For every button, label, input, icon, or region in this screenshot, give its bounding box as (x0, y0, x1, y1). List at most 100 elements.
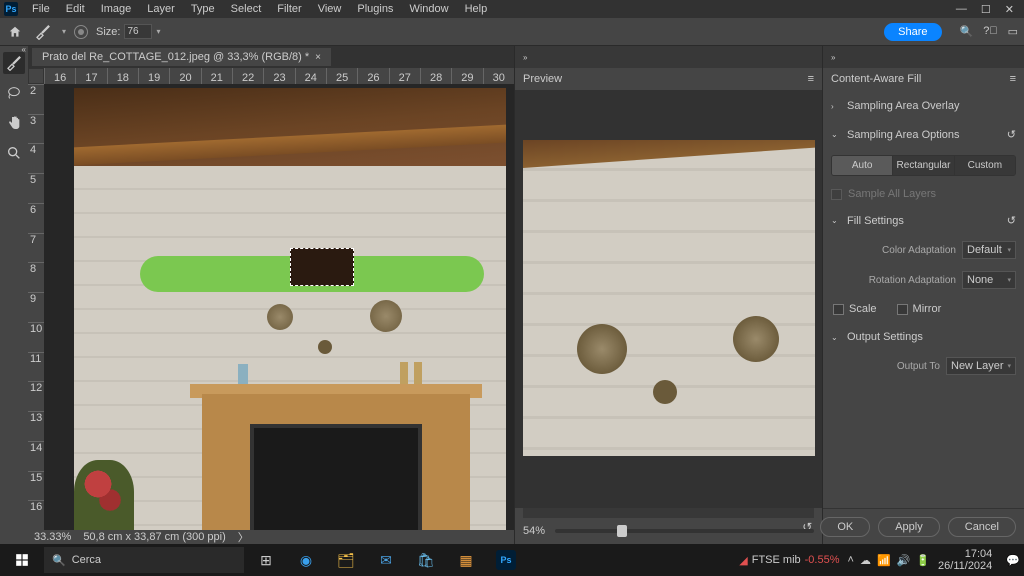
cancel-button[interactable]: Cancel (948, 517, 1016, 537)
home-icon[interactable] (6, 23, 24, 41)
output-to-dropdown[interactable]: New Layer▾ (946, 357, 1016, 375)
task-view-icon[interactable]: ⊞ (248, 546, 284, 574)
ruler-vertical: 2345678910111213141516 (28, 84, 44, 530)
document-tab[interactable]: Prato del Re_COTTAGE_012.jpeg @ 33,3% (R… (32, 48, 331, 66)
zoom-slider[interactable] (555, 529, 814, 533)
scrollbar-horizontal[interactable] (523, 508, 814, 518)
app-icon[interactable]: ▦ (448, 546, 484, 574)
panel-menu-icon[interactable]: ≡ (808, 73, 814, 85)
battery-icon[interactable]: 🔋 (916, 554, 930, 567)
chevron-down-icon[interactable]: ▾ (62, 27, 66, 36)
rotation-adaptation-label: Rotation Adaptation (831, 275, 956, 286)
minimize-button[interactable]: — (956, 3, 967, 16)
edge-icon[interactable]: ◉ (288, 546, 324, 574)
menu-bar: File Edit Image Layer Type Select Filter… (24, 1, 495, 17)
lasso-tool[interactable] (3, 82, 25, 104)
slider-thumb[interactable] (617, 525, 627, 537)
taskbar-clock[interactable]: 17:04 26/11/2024 (938, 548, 998, 572)
menu-help[interactable]: Help (457, 1, 496, 17)
reset-icon[interactable]: ↺ (1007, 214, 1016, 227)
section-sampling-options[interactable]: ⌄ Sampling Area Options ↺ (831, 124, 1016, 145)
mirror-checkbox[interactable] (897, 304, 908, 315)
collapse-icon[interactable]: « (22, 46, 26, 54)
ruler-horizontal: 161718192021222324252627282930 (44, 68, 514, 84)
section-output-settings[interactable]: ⌄ Output Settings (831, 327, 1016, 347)
seg-custom[interactable]: Custom (954, 156, 1015, 175)
store-icon[interactable]: 🛍 (408, 546, 444, 574)
taskbar-search[interactable]: 🔍 Cerca (44, 547, 244, 573)
status-bar: 33.33% 50,8 cm x 33,87 cm (300 ppi) 〉 (28, 530, 514, 544)
section-fill-settings[interactable]: ⌄ Fill Settings ↺ (831, 210, 1016, 231)
ok-button[interactable]: OK (820, 517, 870, 537)
brush-size-input[interactable] (124, 24, 152, 39)
menu-file[interactable]: File (24, 1, 58, 17)
menu-window[interactable]: Window (401, 1, 456, 17)
preview-viewport[interactable] (515, 90, 822, 508)
search-placeholder: Cerca (72, 554, 101, 566)
scale-label: Scale (849, 303, 877, 315)
cloud-icon[interactable]: ☁ (860, 554, 871, 567)
close-tab-icon[interactable]: × (315, 52, 321, 63)
photoshop-taskbar-icon[interactable]: Ps (488, 546, 524, 574)
maximize-button[interactable]: ☐ (981, 3, 991, 16)
menu-layer[interactable]: Layer (139, 1, 183, 17)
menu-image[interactable]: Image (93, 1, 140, 17)
hand-tool[interactable] (3, 112, 25, 134)
ruler-corner (28, 68, 44, 84)
chevron-down-icon: ⌄ (831, 130, 841, 139)
tool-panel: « (0, 46, 28, 544)
menu-view[interactable]: View (310, 1, 350, 17)
help-icon[interactable]: ?⃝ (983, 25, 997, 38)
section-sampling-overlay[interactable]: › Sampling Area Overlay (831, 96, 1016, 116)
close-button[interactable]: ✕ (1005, 3, 1014, 16)
seg-rectangular[interactable]: Rectangular (892, 156, 953, 175)
wifi-icon[interactable]: 📶 (877, 554, 891, 567)
sampling-mode-segmented: Auto Rectangular Custom (831, 155, 1016, 176)
color-adaptation-label: Color Adaptation (831, 245, 956, 256)
explorer-icon[interactable]: 🗂 (328, 546, 364, 574)
color-adaptation-dropdown[interactable]: Default▾ (962, 241, 1016, 259)
chevron-right-icon[interactable]: 〉 (238, 529, 249, 544)
menu-type[interactable]: Type (183, 1, 223, 17)
windows-taskbar: 🔍 Cerca ⊞ ◉ 🗂 ✉ 🛍 ▦ Ps ◢ FTSE mib -0.55%… (0, 544, 1024, 576)
stock-widget[interactable]: ◢ FTSE mib -0.55% (739, 554, 839, 567)
app-logo: Ps (4, 2, 18, 16)
workspace-icon[interactable]: ▭ (1008, 25, 1018, 38)
tray-chevron-icon[interactable]: ˄ (848, 554, 854, 567)
zoom-level[interactable]: 33.33% (34, 531, 71, 543)
tab-title: Prato del Re_COTTAGE_012.jpeg @ 33,3% (R… (42, 51, 309, 63)
output-to-label: Output To (831, 361, 940, 372)
size-label: Size: (96, 26, 120, 38)
seg-auto[interactable]: Auto (832, 156, 892, 175)
canvas[interactable] (44, 84, 514, 530)
volume-icon[interactable]: 🔊 (897, 554, 911, 567)
menu-plugins[interactable]: Plugins (349, 1, 401, 17)
arrow-down-icon: ◢ (739, 554, 747, 567)
brush-dot-icon[interactable] (74, 25, 88, 39)
chevron-right-icon: › (831, 102, 841, 111)
panel-menu-icon[interactable]: ≡ (1010, 73, 1016, 85)
chevron-down-icon[interactable]: ▾ (156, 27, 160, 36)
scale-checkbox[interactable] (833, 304, 844, 315)
menu-select[interactable]: Select (223, 1, 270, 17)
mail-icon[interactable]: ✉ (368, 546, 404, 574)
chevron-down-icon: ⌄ (831, 333, 841, 342)
rotation-adaptation-dropdown[interactable]: None▾ (962, 271, 1016, 289)
apply-button[interactable]: Apply (878, 517, 940, 537)
zoom-tool[interactable] (3, 142, 25, 164)
notifications-icon[interactable]: 💬 (1006, 554, 1020, 567)
selection-marquee[interactable] (290, 248, 354, 286)
preview-image (523, 140, 815, 456)
preview-zoom-value[interactable]: 54% (523, 525, 545, 537)
doc-dimensions: 50,8 cm x 33,87 cm (300 ppi) (83, 531, 225, 543)
collapse-icon[interactable]: » (831, 53, 835, 62)
menu-edit[interactable]: Edit (58, 1, 93, 17)
brush-tool[interactable] (3, 52, 25, 74)
share-button[interactable]: Share (884, 23, 941, 41)
menu-filter[interactable]: Filter (269, 1, 309, 17)
reset-icon[interactable]: ↺ (1007, 128, 1016, 141)
collapse-icon[interactable]: » (523, 53, 527, 62)
brush-preset-icon[interactable] (32, 23, 54, 41)
start-button[interactable] (4, 546, 40, 574)
search-icon[interactable]: 🔍 (960, 25, 974, 38)
